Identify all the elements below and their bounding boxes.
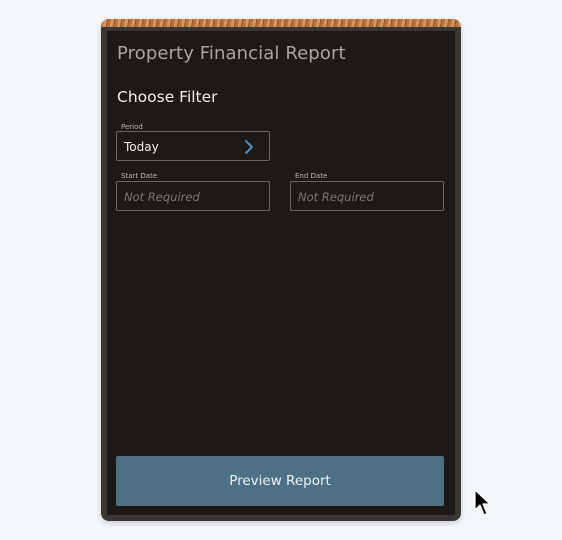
decorative-header-stripe bbox=[101, 19, 461, 27]
period-label: Period bbox=[121, 123, 143, 131]
chevron-right-icon bbox=[245, 140, 253, 154]
period-select[interactable]: Today bbox=[116, 131, 270, 161]
period-value: Today bbox=[124, 140, 159, 154]
screen: Property Financial Report Choose Filter … bbox=[0, 0, 562, 540]
end-date-placeholder: Not Required bbox=[298, 190, 374, 204]
report-content: Property Financial Report Choose Filter … bbox=[107, 31, 455, 515]
mouse-cursor-icon bbox=[474, 489, 491, 516]
end-date-label: End Date bbox=[295, 172, 328, 180]
start-date-label: Start Date bbox=[121, 172, 158, 180]
filter-section-title: Choose Filter bbox=[117, 88, 218, 106]
report-panel: Property Financial Report Choose Filter … bbox=[101, 19, 461, 521]
preview-report-button[interactable]: Preview Report bbox=[116, 456, 444, 506]
start-date-field[interactable]: Not Required bbox=[116, 181, 270, 211]
end-date-field[interactable]: Not Required bbox=[290, 181, 444, 211]
start-date-placeholder: Not Required bbox=[124, 190, 200, 204]
page-title: Property Financial Report bbox=[117, 43, 346, 64]
